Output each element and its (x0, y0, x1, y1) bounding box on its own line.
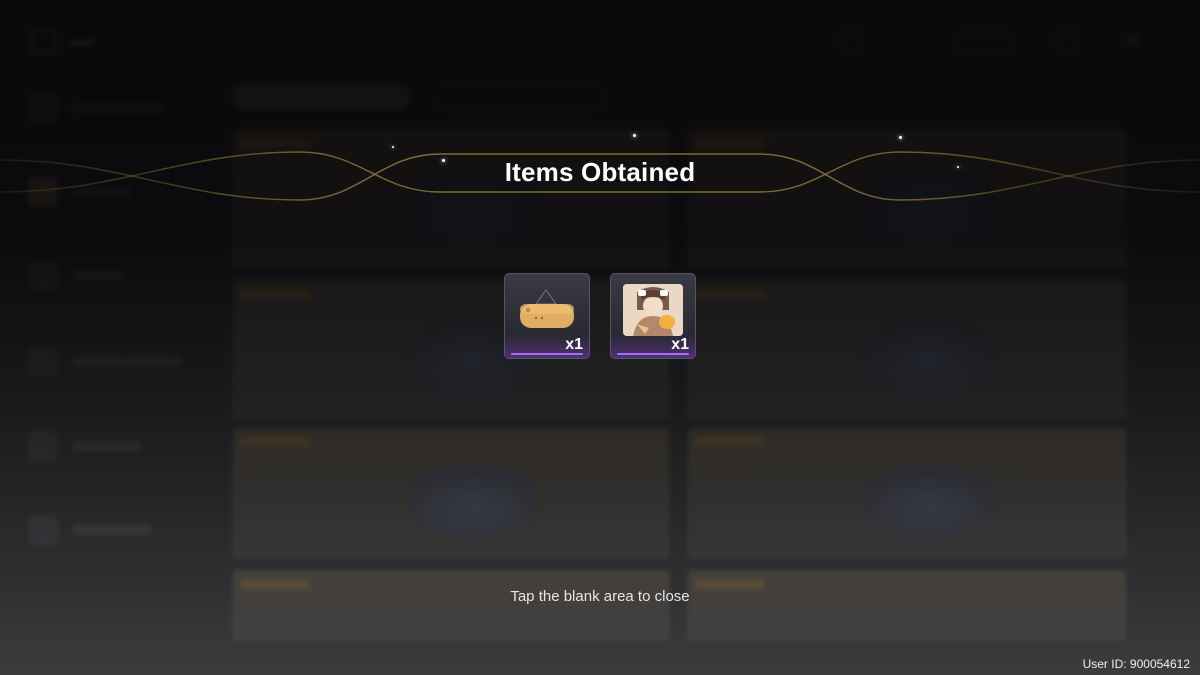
reward-screen[interactable]: ■■■ ✕ (0, 0, 1200, 675)
reward-item-bread[interactable]: x1 (504, 273, 590, 359)
item-quantity: x1 (565, 336, 583, 353)
character-portrait-icon (623, 284, 683, 336)
bread-loaf-icon (516, 288, 578, 337)
sparkle-icon (899, 136, 902, 139)
reward-item-portrait[interactable]: x1 (610, 273, 696, 359)
dim-overlay[interactable] (0, 0, 1200, 675)
sparkle-icon (633, 134, 636, 137)
close-hint-text[interactable]: Tap the blank area to close (0, 588, 1200, 605)
sparkle-icon (392, 146, 394, 148)
user-id-label: User ID: 900054612 (1082, 657, 1190, 671)
dialog-title: Items Obtained (504, 157, 696, 187)
item-quantity: x1 (671, 336, 689, 353)
